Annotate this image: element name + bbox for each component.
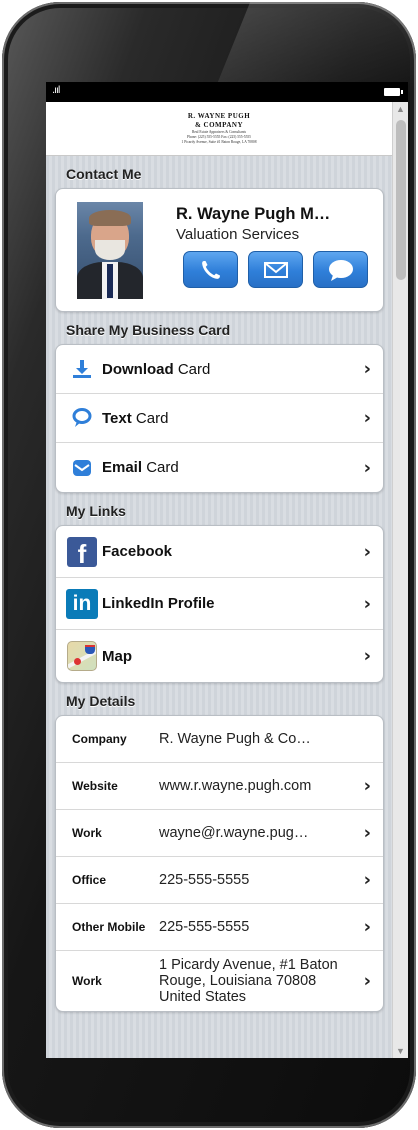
scroll-down-arrow-icon[interactable]: ▼ [396,1046,405,1056]
detail-key: Website [72,779,118,793]
call-button[interactable] [183,251,238,288]
chevron-right-icon: › [363,593,371,614]
logo-title-line1: R. WAYNE PUGH [187,112,251,120]
chevron-right-icon: › [363,822,371,844]
download-card-row[interactable]: Download Card › [56,345,383,394]
chat-bubble-icon [328,259,353,281]
linkedin-label: LinkedIn Profile [102,595,215,612]
map-link-row[interactable]: Map › [56,630,383,682]
battery-icon [384,88,403,96]
details-section-title: My Details [66,693,136,709]
text-card-label-bold: Text [102,409,132,427]
chevron-right-icon: › [363,457,371,478]
detail-row-office[interactable]: Office 225-555-5555 › [56,857,383,904]
phone-frame: .ııl R. WAYNE PUGH & COMPANY Real Estate… [2,2,416,1128]
detail-value: 1 Picardy Avenue, #1 Baton Rouge, Louisi… [159,957,338,1005]
detail-key: Other Mobile [72,920,146,934]
detail-key: Work [72,974,102,988]
contact-role: Valuation Services [176,226,300,243]
download-card-label-rest: Card [173,360,211,378]
linkedin-icon: in [66,588,98,619]
contact-actions [183,251,368,288]
scroll-up-arrow-icon[interactable]: ▲ [396,104,405,114]
links-list: f Facebook › in LinkedIn Profile › Map › [55,525,384,683]
email-card-row[interactable]: Email Card › [56,443,383,492]
text-card-label-rest: Card [131,409,169,427]
detail-row-company: Company R. Wayne Pugh & Co… [56,716,383,763]
detail-row-work-email[interactable]: Work wayne@r.wayne.pug… › [56,810,383,857]
logo-sub-line3: 1 Picardy Avenue, Suite #1 Baton Rouge, … [181,140,257,144]
envelope-icon [62,457,102,479]
detail-key: Company [72,732,127,746]
download-icon [62,358,102,380]
email-card-label-rest: Card [142,459,179,476]
text-card-row[interactable]: Text Card › [56,394,383,443]
detail-value: wayne@r.wayne.pug… [159,825,309,841]
detail-value: R. Wayne Pugh & Co… [159,731,311,747]
email-button[interactable] [248,251,303,288]
detail-key: Work [72,826,102,840]
message-button[interactable] [313,251,368,288]
facebook-link-row[interactable]: f Facebook › [56,526,383,578]
map-icon [67,641,97,671]
linkedin-link-row[interactable]: in LinkedIn Profile › [56,578,383,630]
chevron-right-icon: › [363,869,371,891]
detail-value: 225-555-5555 [159,919,250,935]
phone-screen: .ııl R. WAYNE PUGH & COMPANY Real Estate… [46,82,408,1058]
logo-title-line2: & COMPANY [194,121,244,129]
facebook-icon: f [67,536,97,567]
contact-name: R. Wayne Pugh M… [176,205,331,223]
phone-icon [201,260,220,279]
detail-key: Office [72,873,107,887]
phone-glare [213,2,416,92]
detail-row-other-mobile[interactable]: Other Mobile 225-555-5555 › [56,904,383,951]
scrollbar[interactable]: ▲ ▼ [392,102,408,1058]
chevron-right-icon: › [363,970,371,992]
status-bar: .ııl [46,82,408,102]
contact-section-title: Contact Me [66,166,142,182]
chevron-right-icon: › [363,916,371,938]
detail-row-website[interactable]: Website www.r.wayne.pugh.com › [56,763,383,810]
chevron-right-icon: › [363,775,371,797]
chevron-right-icon: › [363,358,371,380]
chevron-right-icon: › [363,645,371,667]
chevron-right-icon: › [363,407,371,429]
email-card-label-bold: Email [102,459,143,476]
download-card-label-bold: Download [102,360,174,378]
links-section-title: My Links [66,503,126,519]
share-card-list: Download Card › Text Card › Email Card › [55,344,384,493]
page-content[interactable]: R. WAYNE PUGH & COMPANY Real Estate Appr… [46,102,392,1058]
scroll-thumb[interactable] [396,120,406,280]
contact-card: R. Wayne Pugh M… Valuation Services [55,188,384,312]
facebook-label: Facebook [102,543,173,560]
avatar [77,202,143,299]
details-list: Company R. Wayne Pugh & Co… Website www.… [55,715,384,1012]
company-logo: R. WAYNE PUGH & COMPANY Real Estate Appr… [46,102,392,156]
detail-value: 225-555-5555 [159,872,250,888]
detail-row-work-address[interactable]: Work 1 Picardy Avenue, #1 Baton Rouge, L… [56,951,383,1011]
envelope-icon [263,261,288,278]
speech-bubble-icon [62,407,102,429]
detail-value: www.r.wayne.pugh.com [159,778,312,794]
share-section-title: Share My Business Card [66,322,231,338]
signal-icon: .ııl [52,85,60,96]
map-label: Map [102,647,132,665]
chevron-right-icon: › [363,541,371,562]
